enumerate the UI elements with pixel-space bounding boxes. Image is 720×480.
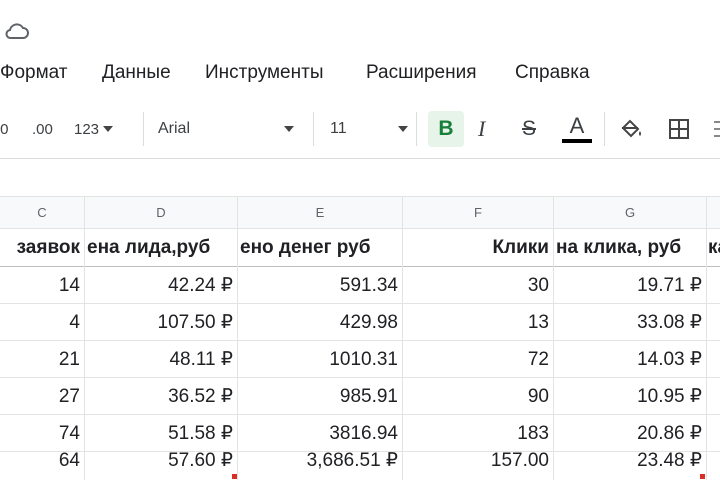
increase-decimal-button[interactable]: .00 xyxy=(32,100,53,158)
table-cell[interactable]: 591.34 xyxy=(238,267,402,304)
table-cell[interactable]: 21 xyxy=(0,341,84,378)
menu-help[interactable]: Справка xyxy=(515,62,590,84)
merge-icon xyxy=(714,121,720,137)
table-cell[interactable]: 36.52 ₽ xyxy=(85,378,237,415)
table-cell[interactable]: 13 xyxy=(403,304,553,341)
table-cell[interactable]: 4 xyxy=(0,304,84,341)
table-cell[interactable]: 14.03 ₽ xyxy=(554,341,706,378)
header-cell-f[interactable]: Клики xyxy=(403,229,553,266)
italic-label: I xyxy=(478,116,486,141)
column-header-e[interactable]: E xyxy=(238,196,402,228)
table-cell[interactable]: 1010.31 xyxy=(238,341,402,378)
font-size-dropdown[interactable]: 11 xyxy=(330,100,408,158)
table-cell[interactable]: 157.00 xyxy=(403,442,553,479)
chevron-down-icon xyxy=(103,126,114,132)
menu-extensions[interactable]: Расширения xyxy=(366,62,477,84)
cloud-saved-icon[interactable] xyxy=(4,20,30,44)
toolbar-divider xyxy=(604,112,605,146)
column-header-f[interactable]: F xyxy=(403,196,553,228)
bold-button[interactable]: B xyxy=(428,111,464,147)
toolbar-bottom-border xyxy=(0,158,720,159)
decrease-decimal-label: .0 xyxy=(0,120,9,138)
header-cell-d[interactable]: ена лида,руб xyxy=(85,229,237,266)
toolbar-divider xyxy=(416,112,417,146)
paint-bucket-icon xyxy=(621,119,641,138)
menu-format[interactable]: Формат xyxy=(0,62,68,84)
column-header-g[interactable]: G xyxy=(554,196,706,228)
table-cell[interactable]: 107.50 ₽ xyxy=(85,304,237,341)
text-color-swatch xyxy=(562,139,592,143)
column-header-c[interactable]: C xyxy=(0,196,84,228)
increase-decimal-label: .00 xyxy=(32,120,53,138)
toolbar-divider xyxy=(313,112,314,146)
comment-marker[interactable] xyxy=(232,474,237,479)
merge-cells-button[interactable] xyxy=(710,100,720,158)
font-family-dropdown[interactable]: Arial xyxy=(158,100,294,158)
borders-icon xyxy=(669,119,689,139)
decrease-decimal-button[interactable]: .0 xyxy=(0,100,9,158)
menu-tools[interactable]: Инструменты xyxy=(205,62,323,84)
table-cell[interactable]: 64 xyxy=(0,442,84,479)
table-cell[interactable]: 985.91 xyxy=(238,378,402,415)
number-format-label: 123 xyxy=(74,120,100,138)
font-size-label: 11 xyxy=(330,120,347,137)
table-cell[interactable]: 23.48 ₽ xyxy=(554,442,706,479)
table-cell[interactable]: 90 xyxy=(403,378,553,415)
chevron-down-icon xyxy=(284,126,294,132)
chevron-down-icon xyxy=(398,126,408,132)
comment-marker[interactable] xyxy=(700,474,705,479)
toolbar: .0 .00 123 Arial 11 B I S A xyxy=(0,100,720,158)
table-cell[interactable]: 3,686.51 ₽ xyxy=(238,442,402,479)
table-cell[interactable]: 72 xyxy=(403,341,553,378)
text-color-label: A xyxy=(569,113,585,138)
menu-data[interactable]: Данные xyxy=(102,62,171,84)
table-cell[interactable]: 33.08 ₽ xyxy=(554,304,706,341)
table-cell[interactable]: 42.24 ₽ xyxy=(85,267,237,304)
column-header-d[interactable]: D xyxy=(85,196,237,228)
strikethrough-button[interactable]: S xyxy=(522,100,536,158)
header-cell-e[interactable]: ено денег руб xyxy=(238,229,402,266)
table-cell[interactable]: 57.60 ₽ xyxy=(85,442,237,479)
font-family-label: Arial xyxy=(158,120,191,137)
table-cell[interactable]: 19.71 ₽ xyxy=(554,267,706,304)
table-cell[interactable]: 429.98 xyxy=(238,304,402,341)
table-cell[interactable]: 14 xyxy=(0,267,84,304)
bold-label: B xyxy=(438,117,454,140)
grid-line xyxy=(0,196,720,197)
italic-button[interactable]: I xyxy=(478,100,485,158)
table-cell[interactable]: 27 xyxy=(0,378,84,415)
table-cell[interactable]: 10.95 ₽ xyxy=(554,378,706,415)
table-cell[interactable]: 30 xyxy=(403,267,553,304)
header-cell-h[interactable]: ка xyxy=(707,229,720,266)
borders-button[interactable] xyxy=(666,100,692,158)
number-format-dropdown[interactable]: 123 xyxy=(74,100,114,158)
header-cell-c[interactable]: заявок xyxy=(0,229,84,266)
text-color-button[interactable]: A xyxy=(562,100,592,158)
strikethrough-label: S xyxy=(522,117,537,140)
header-cell-g[interactable]: на клика, руб xyxy=(554,229,706,266)
toolbar-divider xyxy=(143,112,144,146)
fill-color-button[interactable] xyxy=(618,100,644,158)
table-cell[interactable]: 48.11 ₽ xyxy=(85,341,237,378)
